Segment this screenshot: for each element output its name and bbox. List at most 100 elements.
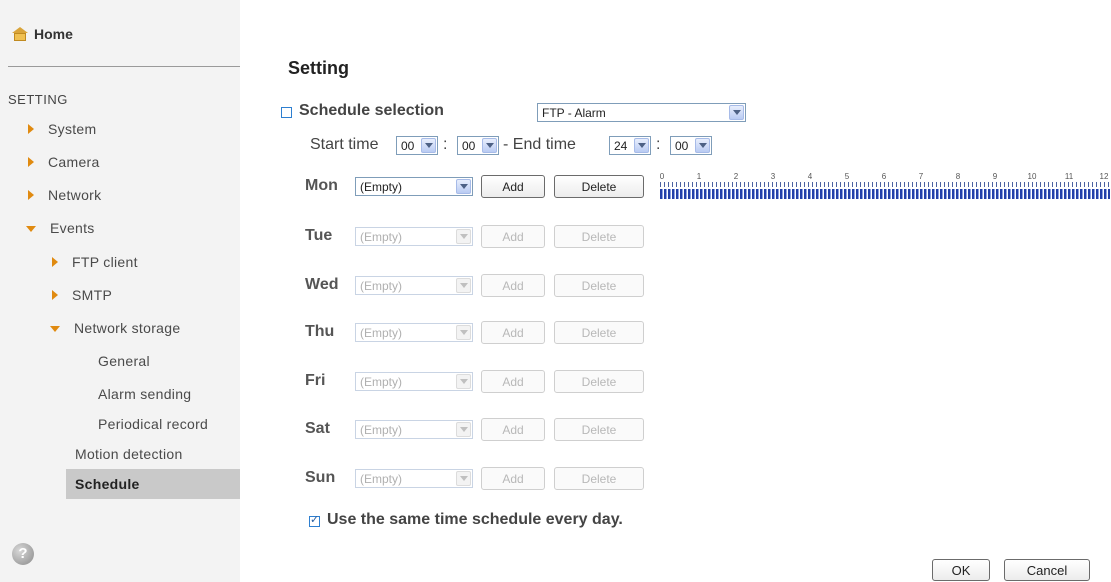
day-label-tue: Tue [305,227,333,244]
sidebar-item-camera[interactable]: Camera [28,154,100,170]
sidebar-item-alarm-sending[interactable]: Alarm sending [98,386,191,402]
sidebar-item-network[interactable]: Network [28,187,101,203]
setting-heading: SETTING [8,92,68,107]
select-value: 24 [614,138,628,153]
timeline-hour: 8 [955,172,961,181]
sidebar-item-label: Schedule [75,476,140,492]
sidebar-item-smtp[interactable]: SMTP [52,287,112,303]
day-select-tue[interactable]: (Empty) [355,227,473,246]
sidebar-item-label: Periodical record [98,416,209,432]
add-button-mon[interactable]: Add [481,175,545,198]
select-value: (Empty) [360,179,402,194]
chevron-down-icon [456,374,471,389]
help-icon[interactable]: ? [12,543,34,565]
timeline-ticks [660,182,1110,187]
start-hour-select[interactable]: 00 [396,136,438,155]
collapse-arrow-icon [50,326,60,332]
timeline-hour: 10 [1027,172,1037,181]
timeline-hour: 6 [881,172,887,181]
ok-button[interactable]: OK [932,559,990,581]
timeline-hour: 12 [1099,172,1109,181]
delete-button-tue[interactable]: Delete [554,225,644,248]
sidebar-item-label: System [48,121,97,137]
start-minute-select[interactable]: 00 [457,136,499,155]
day-label-sat: Sat [305,420,330,437]
chevron-down-icon [729,105,744,120]
sidebar-item-events[interactable]: Events [26,220,95,236]
select-value: (Empty) [360,229,402,244]
sidebar-item-system[interactable]: System [28,121,96,137]
chevron-down-icon [634,138,649,153]
day-label-fri: Fri [305,372,326,389]
day-select-fri[interactable]: (Empty) [355,372,473,391]
select-value: (Empty) [360,422,402,437]
home-icon [12,27,28,41]
same-schedule-checkbox[interactable] [309,513,320,527]
day-select-mon[interactable]: (Empty) [355,177,473,196]
delete-button-fri[interactable]: Delete [554,370,644,393]
sidebar-item-label: Camera [48,154,100,170]
day-select-sat[interactable]: (Empty) [355,420,473,439]
sidebar-item-label: Alarm sending [98,386,192,402]
time-colon: : [443,136,448,153]
sidebar-item-label: Network [48,187,102,203]
time-schedule-bar[interactable]: 0 1 2 3 4 5 6 7 8 9 10 11 12 [660,172,1110,202]
sidebar-item-label: Events [50,220,95,236]
timeline-hour: 1 [696,172,702,181]
sidebar-item-label: General [98,353,150,369]
add-button-sat[interactable]: Add [481,418,545,441]
expand-arrow-icon [28,157,34,167]
day-select-wed[interactable]: (Empty) [355,276,473,295]
select-value: FTP - Alarm [542,105,606,120]
sidebar-item-label: Motion detection [75,446,183,462]
expand-arrow-icon [52,257,58,267]
schedule-selection-select[interactable]: FTP - Alarm [537,103,746,122]
chevron-down-icon [695,138,710,153]
day-select-thu[interactable]: (Empty) [355,323,473,342]
add-button-thu[interactable]: Add [481,321,545,344]
end-minute-select[interactable]: 00 [670,136,712,155]
sidebar-item-general[interactable]: General [98,353,150,369]
sidebar-item-label: Network storage [74,320,181,336]
sidebar-item-schedule[interactable]: Schedule [66,469,240,499]
sidebar-item-ftp-client[interactable]: FTP client [52,254,138,270]
timeline-hour: 11 [1064,172,1074,181]
delete-button-sat[interactable]: Delete [554,418,644,441]
timeline-slots[interactable] [660,189,1110,199]
home-label: Home [34,26,73,42]
sidebar-item-motion-detection[interactable]: Motion detection [75,446,183,462]
add-button-tue[interactable]: Add [481,225,545,248]
select-value: 00 [675,138,689,153]
cancel-button[interactable]: Cancel [1004,559,1090,581]
end-hour-select[interactable]: 24 [609,136,651,155]
add-button-fri[interactable]: Add [481,370,545,393]
sidebar-item-network-storage[interactable]: Network storage [50,320,180,336]
expand-arrow-icon [28,124,34,134]
add-button-sun[interactable]: Add [481,467,545,490]
chevron-down-icon [456,179,471,194]
home-link[interactable]: Home [12,26,73,42]
chevron-down-icon [456,471,471,486]
day-label-mon: Mon [305,177,338,194]
timeline-hour: 4 [807,172,813,181]
page-title: Setting [288,58,349,78]
sidebar-item-periodical-record[interactable]: Periodical record [98,416,208,432]
delete-button-mon[interactable]: Delete [554,175,644,198]
delete-button-wed[interactable]: Delete [554,274,644,297]
start-time-label: Start time [310,136,379,153]
day-label-wed: Wed [305,276,339,293]
delete-button-sun[interactable]: Delete [554,467,644,490]
schedule-selection-checkbox[interactable] [281,107,292,118]
divider [8,66,240,67]
timeline-hour: 3 [770,172,776,181]
day-label-sun: Sun [305,469,336,486]
select-value: 00 [401,138,415,153]
delete-button-thu[interactable]: Delete [554,321,644,344]
select-value: (Empty) [360,374,402,389]
day-select-sun[interactable]: (Empty) [355,469,473,488]
select-value: 00 [462,138,476,153]
chevron-down-icon [456,278,471,293]
timeline-hour: 0 [659,172,665,181]
add-button-wed[interactable]: Add [481,274,545,297]
sidebar: Home SETTING System Camera Network Event… [0,0,240,582]
